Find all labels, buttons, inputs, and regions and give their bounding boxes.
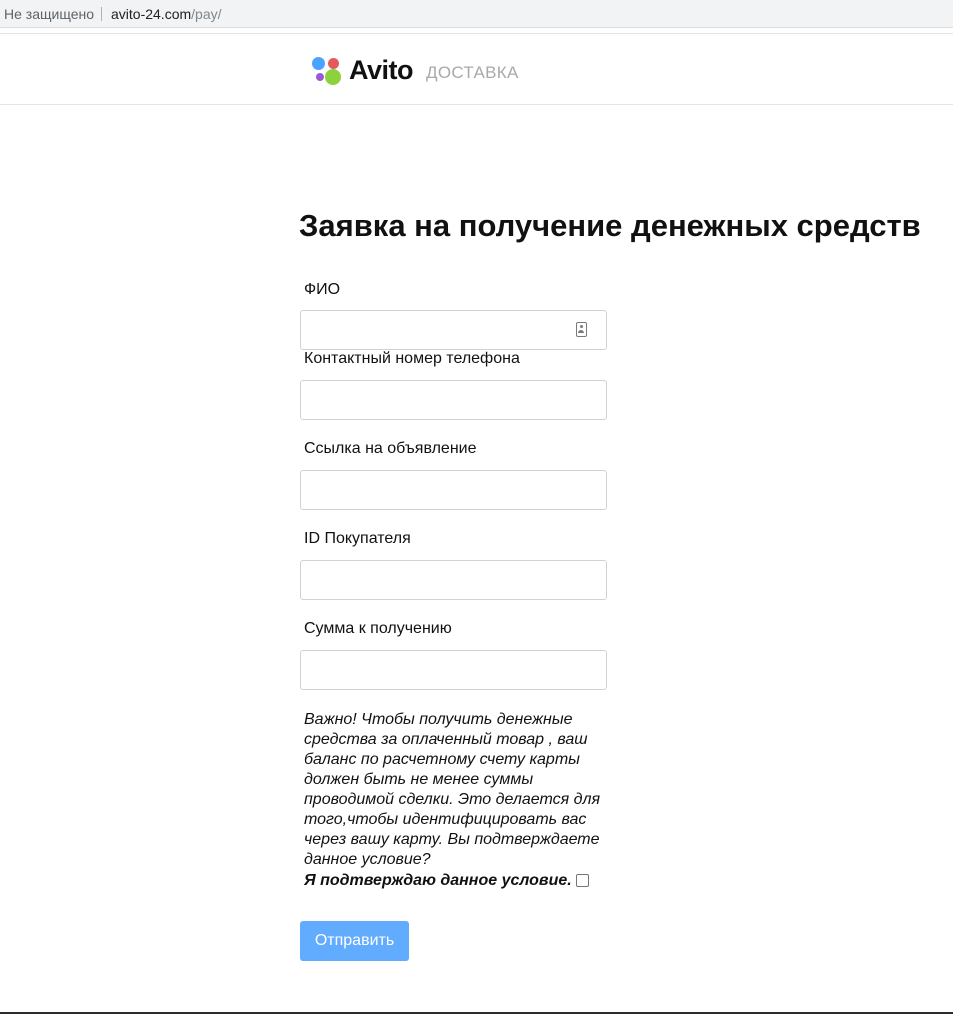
buyer-id-input[interactable] [300,560,607,600]
brand-name: Avito [349,55,414,85]
listing-link-label: Ссылка на объявление [304,440,477,457]
confirm-label[interactable]: Я подтверждаю данное условие. [304,872,572,889]
browser-address-bar[interactable]: Не защищено avito-24.com/pay/ [0,0,953,28]
logo-dot-red [328,58,339,69]
buyer-id-label: ID Покупателя [304,530,411,547]
amount-input[interactable] [300,650,607,690]
logo-dot-blue [312,57,325,70]
listing-link-input[interactable] [300,470,607,510]
fio-input[interactable] [300,310,607,350]
logo-dot-green [325,69,341,85]
security-status[interactable]: Не защищено [4,0,94,28]
important-notice: Важно! Чтобы получить денежные средства … [304,711,601,868]
phone-label: Контактный номер телефона [304,350,520,367]
avito-dots-icon [311,56,343,86]
confirm-row: Я подтверждаю данное условие. [304,871,589,891]
contact-autofill-icon[interactable] [576,322,587,337]
logo-dot-purple [316,73,324,81]
confirm-checkbox[interactable] [575,874,589,887]
submit-button[interactable]: Отправить [300,921,409,961]
site-header: Avito ДОСТАВКА [0,33,953,105]
amount-label: Сумма к получению [304,620,452,637]
fio-label: ФИО [304,281,341,298]
page-title: Заявка на получение денежных средств [299,208,921,243]
address-bar-divider [101,7,102,21]
brand-subtitle: ДОСТАВКА [426,63,519,82]
page-url[interactable]: avito-24.com/pay/ [111,0,222,28]
url-path: /pay/ [191,6,222,22]
avito-logo[interactable]: Avito ДОСТАВКА [311,54,531,86]
phone-input[interactable] [300,380,607,420]
url-host: avito-24.com [111,6,192,22]
